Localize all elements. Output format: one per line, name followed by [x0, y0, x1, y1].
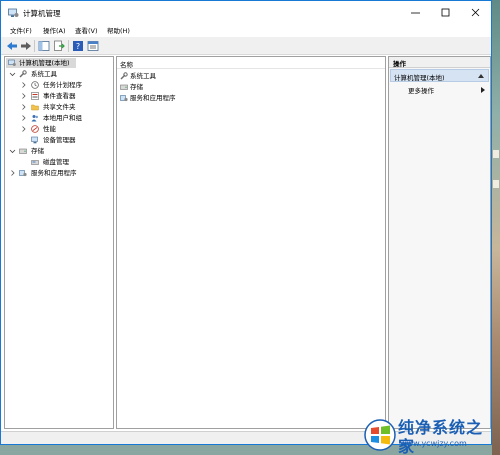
list-item-label: 系统工具: [130, 72, 156, 80]
actions-section-label: 计算机管理(本地): [394, 74, 445, 82]
computer-management-window: 计算机管理 文件(F) 操作(A) 查看(V) 帮助(H) ? 计算机管理(本地…: [0, 0, 492, 445]
chevron-right-icon[interactable]: [20, 102, 27, 112]
result-pane: 名称 系统工具 存储 服务和应用程序: [116, 56, 386, 429]
tree-item-disk-management[interactable]: 磁盘管理: [6, 157, 106, 167]
title-bar[interactable]: 计算机管理: [1, 1, 491, 25]
close-button[interactable]: [461, 1, 491, 25]
forward-arrow-icon[interactable]: [20, 40, 32, 52]
device-manager-icon: [31, 136, 38, 144]
tree-item-storage[interactable]: 存储: [6, 146, 106, 156]
menu-help[interactable]: 帮助(H): [107, 27, 130, 35]
list-item[interactable]: 服务和应用程序: [119, 93, 269, 103]
maximize-button[interactable]: [431, 1, 461, 25]
tree-label: 共享文件夹: [43, 103, 76, 111]
chevron-right-icon[interactable]: [20, 113, 27, 123]
event-viewer-icon: [31, 92, 39, 100]
menu-view[interactable]: 查看(V): [75, 27, 98, 35]
toolbar-separator: [68, 40, 69, 52]
users-icon: [31, 115, 38, 122]
tree-item-local-users-groups[interactable]: 本地用户和组: [6, 113, 106, 123]
computer-management-icon: [8, 59, 16, 66]
storage-icon: [120, 84, 128, 90]
toolbar-separator: [34, 40, 35, 52]
tree-item-system-tools[interactable]: 系统工具: [6, 69, 106, 79]
services-icon: [120, 95, 128, 102]
more-actions-item[interactable]: 更多操作: [390, 84, 489, 95]
shared-folder-icon: [31, 104, 39, 111]
chevron-right-icon[interactable]: [20, 80, 27, 90]
tools-icon: [19, 70, 27, 78]
close-icon: [471, 8, 480, 17]
watermark-title: 纯净系统之家: [398, 418, 484, 455]
list-item[interactable]: 存储: [119, 82, 269, 92]
actions-section-computer-management[interactable]: 计算机管理(本地): [390, 69, 489, 82]
back-arrow-icon[interactable]: [6, 40, 18, 52]
tree-item-task-scheduler[interactable]: 任务计划程序: [6, 80, 106, 90]
chevron-right-icon[interactable]: [20, 91, 27, 101]
tree-label: 设备管理器: [43, 136, 76, 144]
chevron-down-icon[interactable]: [9, 69, 16, 79]
chevron-right-icon[interactable]: [20, 124, 27, 134]
console-tree-icon[interactable]: [38, 40, 50, 52]
tree-label: 存储: [31, 147, 44, 155]
tools-icon: [120, 72, 128, 80]
desktop-icon-fragment: [493, 180, 499, 188]
menu-bar: 文件(F) 操作(A) 查看(V) 帮助(H): [1, 25, 491, 37]
maximize-icon: [441, 8, 450, 17]
chevron-right-icon[interactable]: [9, 168, 16, 178]
window-title: 计算机管理: [23, 9, 61, 18]
chevron-down-icon[interactable]: [9, 146, 16, 156]
performance-icon: [31, 125, 39, 133]
tree-label: 服务和应用程序: [31, 169, 77, 177]
watermark-url: www.ycwjzy.com: [400, 439, 467, 448]
tree-label: 性能: [43, 125, 56, 133]
tree-label: 系统工具: [31, 70, 57, 78]
tree-label: 磁盘管理: [43, 158, 69, 166]
export-list-icon[interactable]: [53, 40, 65, 52]
actions-pane: 操作 计算机管理(本地) 更多操作: [388, 56, 491, 429]
menu-action[interactable]: 操作(A): [43, 27, 66, 35]
list-item-label: 服务和应用程序: [130, 94, 176, 102]
properties-icon[interactable]: [87, 40, 99, 52]
storage-icon: [19, 148, 27, 154]
clock-icon: [31, 81, 39, 89]
desktop-icon-fragment: [493, 150, 499, 158]
column-header-label: 名称: [120, 61, 133, 69]
tree-label: 任务计划程序: [43, 81, 82, 89]
services-icon: [19, 170, 27, 177]
disk-management-icon: [31, 160, 39, 165]
tree-item-device-manager[interactable]: 设备管理器: [6, 135, 106, 145]
tree-item-shared-folders[interactable]: 共享文件夹: [6, 102, 106, 112]
windows-logo-icon: [364, 419, 396, 451]
submenu-arrow-icon: [481, 87, 485, 93]
tree-label: 本地用户和组: [43, 114, 82, 122]
list-item-label: 存储: [130, 83, 143, 91]
minimize-icon: [411, 12, 420, 14]
tree-label: 计算机管理(本地): [19, 59, 70, 67]
toolbar: ?: [1, 37, 491, 55]
tree-item-computer-management[interactable]: 计算机管理(本地): [6, 58, 76, 68]
svg-text:?: ?: [76, 42, 80, 51]
tree-item-services-applications[interactable]: 服务和应用程序: [6, 168, 106, 178]
tree-item-performance[interactable]: 性能: [6, 124, 106, 134]
tree-label: 事件查看器: [43, 92, 76, 100]
desktop-background: [492, 0, 500, 455]
computer-management-icon: [8, 8, 19, 17]
watermark: 纯净系统之家 www.ycwjzy.com: [360, 414, 492, 455]
minimize-button[interactable]: [401, 1, 431, 25]
list-item[interactable]: 系统工具: [119, 71, 269, 81]
actions-header: 操作: [389, 57, 490, 68]
tree-item-event-viewer[interactable]: 事件查看器: [6, 91, 106, 101]
console-tree-pane: 计算机管理(本地) 系统工具 任务计划程序 事件查看器 共享文件夹 本地用户和组…: [4, 56, 114, 429]
menu-file[interactable]: 文件(F): [10, 27, 32, 35]
collapse-icon[interactable]: [478, 74, 484, 78]
help-icon[interactable]: ?: [72, 40, 84, 52]
more-actions-label: 更多操作: [408, 87, 434, 95]
column-header-name[interactable]: 名称: [117, 57, 385, 69]
actions-title: 操作: [393, 60, 406, 68]
